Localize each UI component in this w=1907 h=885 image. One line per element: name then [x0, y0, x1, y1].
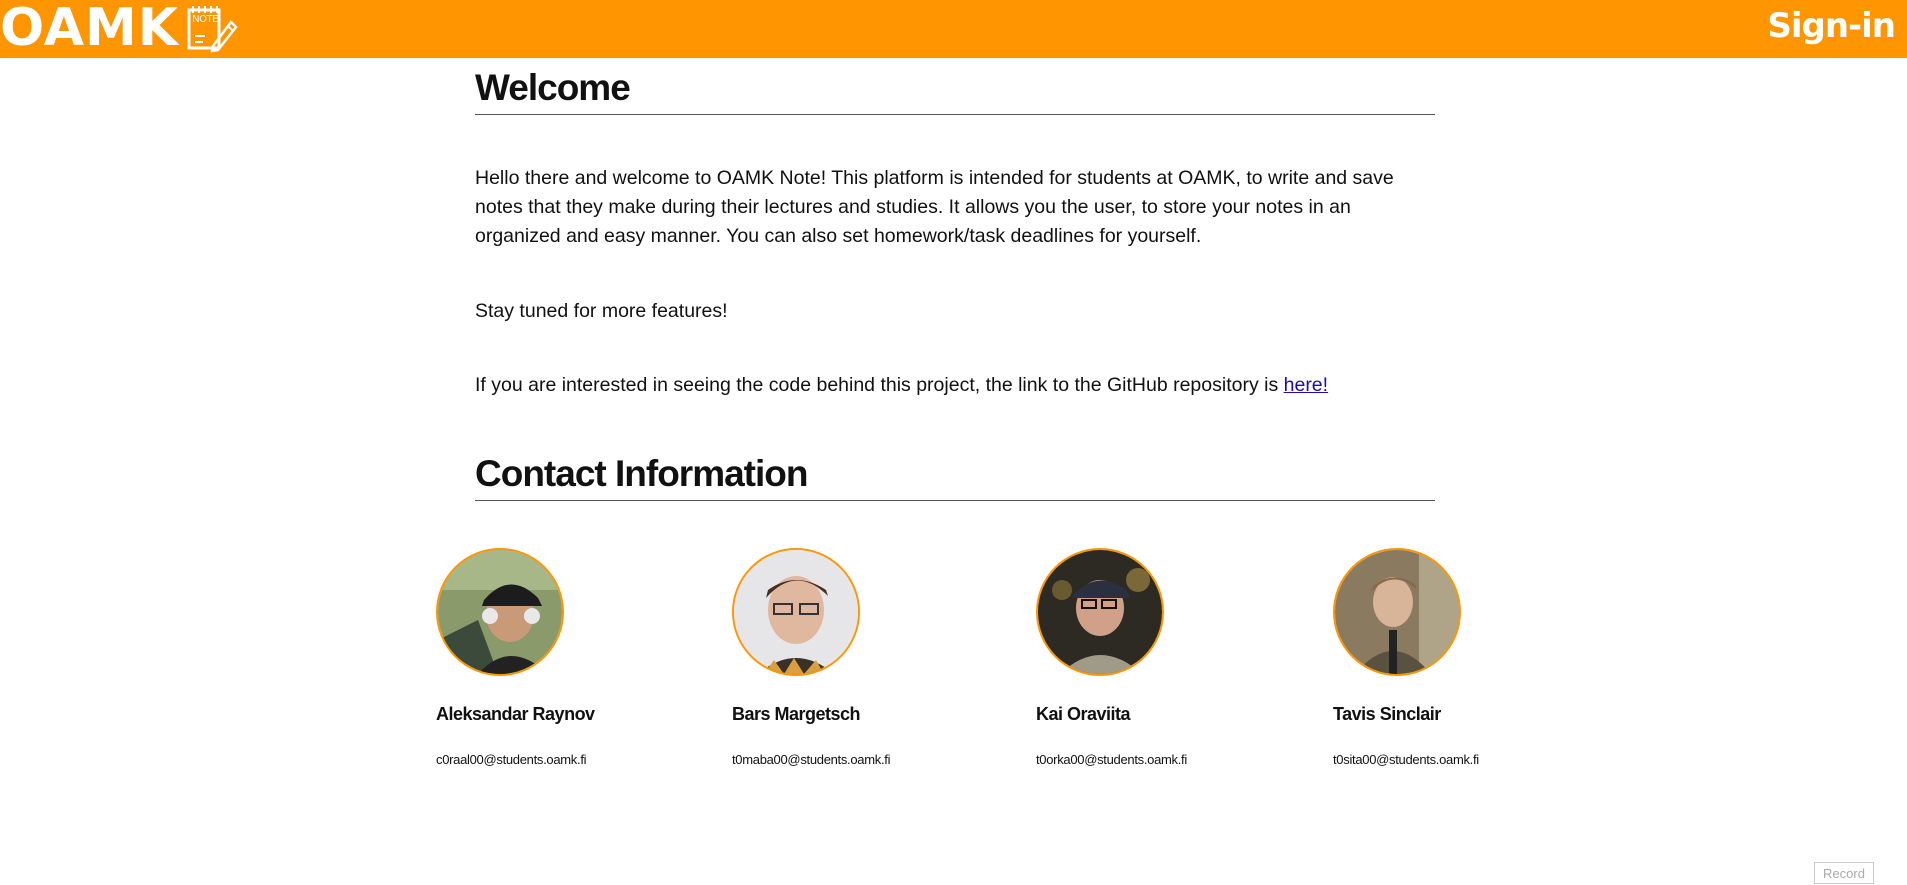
contact-card: Kai Oraviita t0orka00@students.oamk.fi: [1036, 548, 1276, 767]
avatar: [1333, 548, 1461, 676]
contact-name: Aleksandar Raynov: [436, 704, 595, 724]
welcome-section: Welcome Hello there and welcome to OAMK …: [475, 66, 1435, 396]
intro-paragraph: Hello there and welcome to OAMK Note! Th…: [475, 167, 1394, 247]
sign-in-link[interactable]: Sign-in: [1767, 6, 1896, 46]
github-paragraph-text: If you are interested in seeing the code…: [475, 374, 1284, 396]
logo-text: OAMK: [0, 0, 180, 58]
github-paragraph: If you are interested in seeing the code…: [475, 371, 1328, 400]
contact-card: Aleksandar Raynov c0raal00@students.oamk…: [436, 548, 676, 767]
contact-heading: Contact Information: [475, 453, 808, 494]
contact-name: Tavis Sinclair: [1333, 704, 1441, 724]
welcome-heading: Welcome: [475, 67, 631, 108]
welcome-divider: [475, 114, 1435, 115]
contact-card: Tavis Sinclair t0sita00@students.oamk.fi: [1333, 548, 1573, 767]
contact-email: t0maba00@students.oamk.fi: [732, 752, 891, 767]
avatar: [732, 548, 860, 676]
contact-email: t0sita00@students.oamk.fi: [1333, 752, 1479, 767]
oamk-note-logo[interactable]: OAMK NOTE: [0, 0, 239, 58]
record-button[interactable]: Record: [1814, 862, 1874, 884]
contact-section: Contact Information: [475, 452, 1435, 501]
avatar: [1036, 548, 1164, 676]
top-bar: OAMK NOTE Sign-in: [0, 0, 1907, 58]
contact-email: t0orka00@students.oamk.fi: [1036, 752, 1187, 767]
contact-name: Kai Oraviita: [1036, 704, 1131, 724]
contact-name: Bars Margetsch: [732, 704, 861, 724]
note-pencil-icon: NOTE: [183, 2, 239, 56]
contact-divider: [475, 500, 1435, 501]
features-paragraph: Stay tuned for more features!: [475, 300, 728, 322]
github-repo-link[interactable]: here!: [1284, 374, 1328, 396]
logo-badge-text: NOTE: [192, 14, 218, 25]
contact-email: c0raal00@students.oamk.fi: [436, 752, 587, 767]
contact-card: Bars Margetsch t0maba00@students.oamk.fi: [732, 548, 972, 767]
avatar: [436, 548, 564, 676]
